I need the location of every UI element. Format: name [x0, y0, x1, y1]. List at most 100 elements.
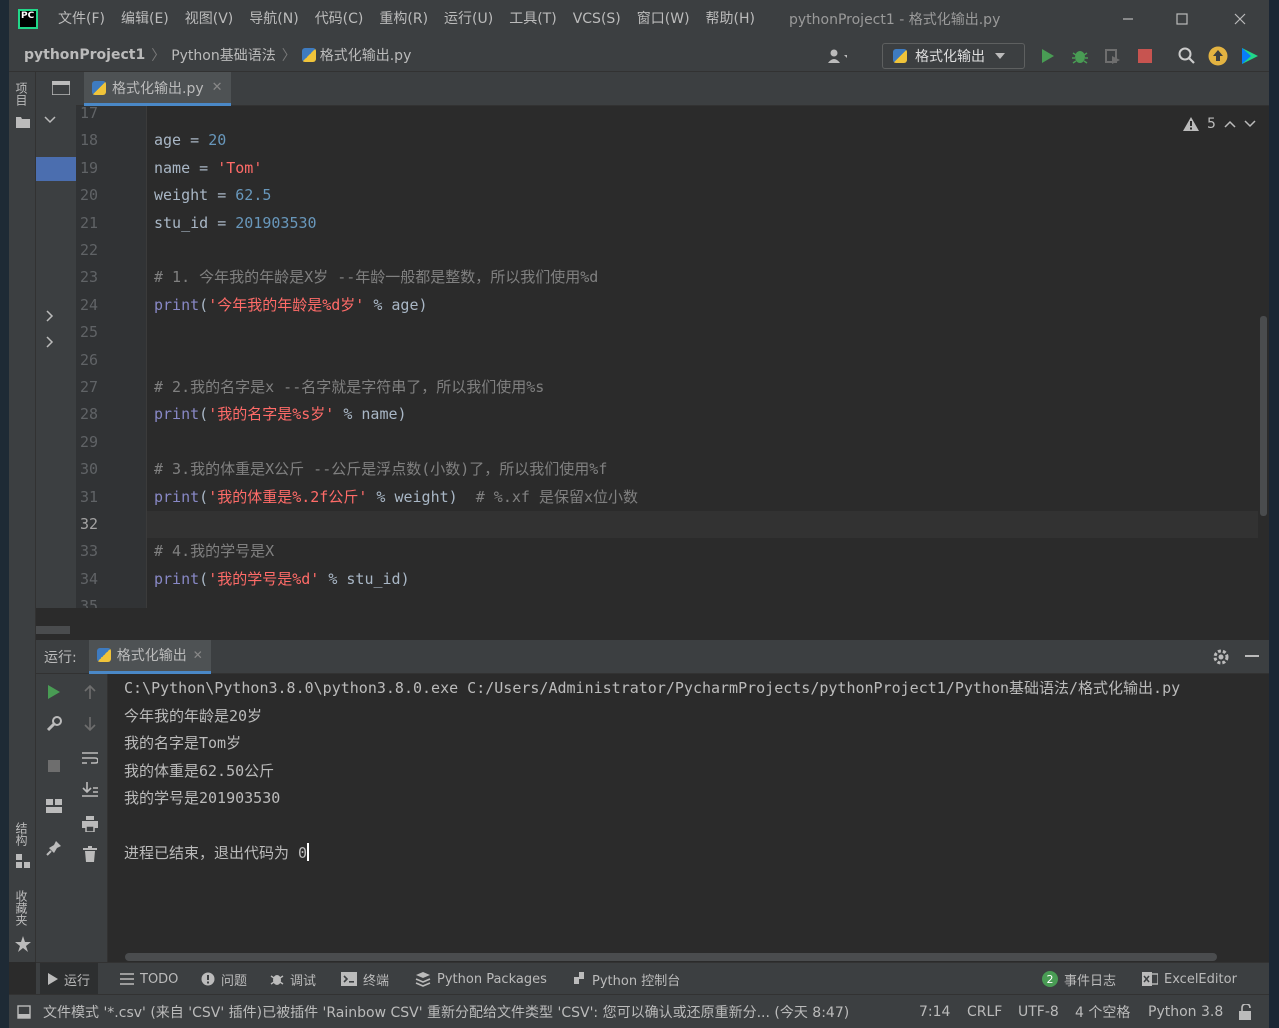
caret-position[interactable]: 7:14 — [919, 995, 950, 1028]
menu-item[interactable]: 窗口(W) — [629, 0, 698, 38]
jetbrains-toolbox-button[interactable] — [1240, 46, 1260, 66]
hide-panel-button[interactable] — [1244, 648, 1260, 668]
scrollbar-thumb[interactable] — [1260, 316, 1267, 516]
close-tab-icon[interactable]: ✕ — [212, 80, 223, 95]
maximize-button[interactable] — [1154, 0, 1210, 38]
tool-window-excel-editor[interactable]: ExcelEditor — [1142, 963, 1237, 995]
menu-item[interactable]: 工具(T) — [501, 0, 564, 38]
tree-collapse-toggle[interactable] — [44, 112, 56, 128]
breadcrumb-folder[interactable]: Python基础语法 — [171, 45, 276, 65]
menu-item[interactable]: 视图(V) — [177, 0, 242, 38]
run-configuration-dropdown[interactable]: 格式化输出 — [882, 43, 1025, 69]
menu-item[interactable]: 编辑(E) — [113, 0, 177, 38]
tool-window-event-log[interactable]: 2 事件日志 — [1042, 963, 1116, 995]
code-editor[interactable]: 5 age = 20 name = 'Tom' weight = 62.5 stu_i… — [146, 106, 1258, 608]
tool-window-todo-label: TODO — [140, 971, 179, 987]
chevron-up-icon[interactable] — [1224, 120, 1236, 128]
project-view-options[interactable] — [51, 80, 71, 99]
trash-icon — [83, 846, 97, 862]
indent-setting-text: 4 个空格 — [1075, 1005, 1131, 1021]
edit-configuration-button[interactable] — [44, 714, 64, 734]
editor-tab-label: 格式化输出.py — [112, 80, 204, 97]
minimize-button[interactable] — [1100, 0, 1156, 38]
breadcrumb-separator: 〉 — [151, 47, 166, 64]
project-tree-selected-row[interactable] — [36, 157, 76, 181]
rerun-button[interactable] — [44, 682, 64, 702]
search-everywhere-button[interactable] — [1177, 46, 1197, 66]
close-tab-icon[interactable]: ✕ — [193, 648, 203, 662]
tool-window-excel-editor-label: ExcelEditor — [1164, 971, 1237, 987]
close-window-button[interactable] — [1212, 0, 1268, 38]
tool-window-run-label: 运行 — [64, 973, 91, 989]
soft-wrap-button[interactable] — [80, 748, 100, 768]
tree-expand-toggle[interactable] — [46, 310, 54, 326]
status-message[interactable]: 文件模式 '*.csv' (来自 'CSV' 插件)已被插件 'Rainbow … — [43, 995, 907, 1028]
project-tool-button[interactable]: 项目 — [13, 82, 30, 106]
printer-icon — [82, 816, 98, 832]
indent-setting[interactable]: 4 个空格 — [1075, 995, 1130, 1028]
restore-layout-button[interactable] — [44, 796, 64, 816]
window-left-edge — [0, 0, 9, 1028]
scroll-to-end-button[interactable] — [80, 780, 100, 800]
bug-icon — [270, 975, 284, 985]
tool-window-python-packages[interactable]: Python Packages — [415, 963, 547, 995]
file-lock-button[interactable] — [1239, 995, 1253, 1028]
arrow-down-icon — [84, 717, 96, 731]
line-separator[interactable]: CRLF — [967, 995, 1002, 1028]
tree-expand-toggle[interactable] — [46, 336, 54, 352]
python-file-icon — [92, 80, 106, 95]
favorites-tool-button[interactable]: 收藏夹 — [13, 890, 30, 926]
editor-vertical-scrollbar[interactable] — [1258, 106, 1269, 608]
project-tool-label: 项目 — [14, 82, 28, 106]
chevron-down-icon[interactable] — [1244, 120, 1256, 128]
coverage-button[interactable] — [1102, 46, 1122, 66]
line-number: 28 — [79, 405, 98, 424]
debug-button[interactable] — [1070, 46, 1090, 66]
run-console[interactable]: C:\Python\Python3.8.0\python3.8.0.exe C:… — [108, 674, 1269, 962]
menu-item[interactable]: 代码(C) — [307, 0, 372, 38]
pin-tab-button[interactable] — [44, 838, 64, 858]
tool-window-problems[interactable]: 问题 — [201, 963, 247, 995]
print-button[interactable] — [80, 814, 100, 834]
tool-window-debug[interactable]: 调试 — [270, 963, 316, 995]
update-button[interactable] — [1208, 46, 1228, 66]
tool-window-run[interactable]: 运行 — [40, 963, 99, 995]
stop-button[interactable] — [1135, 46, 1155, 66]
menu-item[interactable]: 帮助(H) — [698, 0, 763, 38]
menu-item[interactable]: 文件(F) — [50, 0, 113, 38]
code-line: name = 'Tom' — [154, 158, 263, 177]
editor-tab-active[interactable]: 格式化输出.py ✕ — [84, 72, 231, 106]
stop-run-button[interactable] — [44, 756, 64, 776]
console-line-text: 我的学号是201903530 — [124, 789, 281, 807]
window-title: pythonProject1 - 格式化输出.py — [789, 12, 1001, 28]
console-horizontal-scrollbar[interactable] — [125, 953, 1217, 961]
horizontal-scrollbar-thumb[interactable] — [36, 626, 70, 634]
run-tab[interactable]: 格式化输出 ✕ — [88, 639, 211, 674]
toggle-tool-windows-button[interactable] — [17, 995, 31, 1028]
run-settings-button[interactable] — [1212, 648, 1230, 670]
line-number: 34 — [79, 569, 98, 588]
previous-occurrence-button[interactable] — [80, 682, 100, 702]
menu-item[interactable]: VCS(S) — [565, 0, 629, 38]
tool-window-todo[interactable]: TODO — [120, 963, 178, 995]
menu-item[interactable]: 运行(U) — [436, 0, 501, 38]
file-encoding[interactable]: UTF-8 — [1018, 995, 1059, 1028]
tool-window-python-console[interactable]: Python 控制台 — [572, 963, 680, 995]
tool-windows-icon — [17, 1005, 31, 1019]
inspection-widget[interactable]: 5 — [1183, 116, 1256, 132]
run-button[interactable] — [1038, 46, 1058, 66]
code-line: stu_id = 201903530 — [154, 213, 317, 232]
python-interpreter[interactable]: Python 3.8 — [1148, 995, 1223, 1028]
breadcrumb-project[interactable]: pythonProject1 — [24, 47, 145, 63]
clear-all-button[interactable] — [80, 844, 100, 864]
play-icon — [48, 685, 60, 699]
structure-icon — [16, 854, 30, 868]
vcs-user-button[interactable] — [827, 46, 847, 66]
menu-item[interactable]: 导航(N) — [241, 0, 306, 38]
menu-item[interactable]: 重构(R) — [371, 0, 436, 38]
breadcrumb-file[interactable]: 格式化输出.py — [320, 45, 412, 65]
next-occurrence-button[interactable] — [80, 714, 100, 734]
structure-tool-button[interactable]: 结构 — [13, 822, 30, 846]
tool-window-terminal[interactable]: 终端 — [341, 963, 389, 995]
pycharm-logo-icon: PC — [18, 9, 38, 29]
